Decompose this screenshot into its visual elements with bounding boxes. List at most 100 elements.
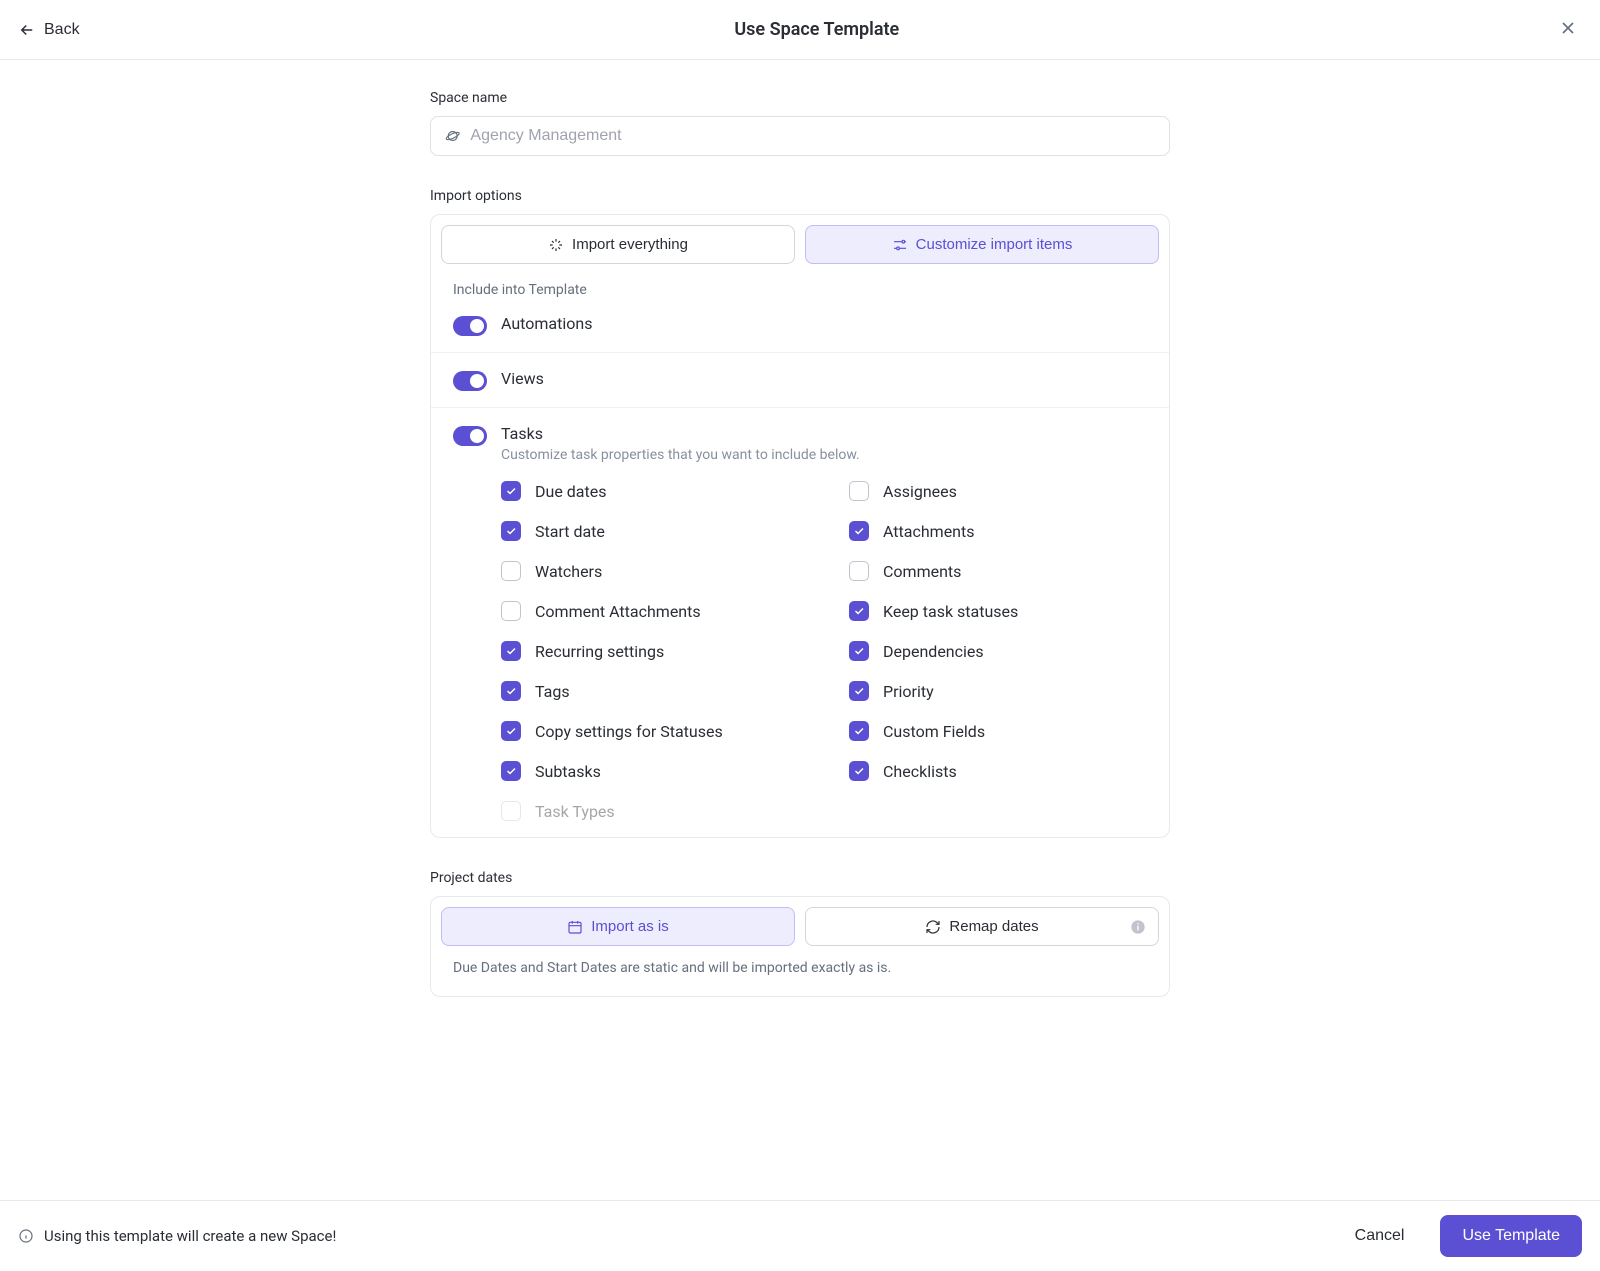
checkbox-box (849, 761, 869, 781)
checkbox-attachments[interactable]: Attachments (849, 521, 1147, 541)
checkbox-comment_attachments[interactable]: Comment Attachments (501, 601, 799, 621)
checkbox-label: Dependencies (883, 642, 984, 661)
checkbox-due_dates[interactable]: Due dates (501, 481, 799, 501)
checkbox-start_date[interactable]: Start date (501, 521, 799, 541)
footer-message-wrapper: Using this template will create a new Sp… (18, 1227, 336, 1245)
checkbox-custom_fields[interactable]: Custom Fields (849, 721, 1147, 741)
calendar-icon (567, 919, 583, 935)
import-everything-button[interactable]: Import everything (441, 225, 795, 264)
checkbox-assignees[interactable]: Assignees (849, 481, 1147, 501)
checkbox-box (501, 801, 521, 821)
automations-label: Automations (501, 314, 592, 333)
checkbox-checklists[interactable]: Checklists (849, 761, 1147, 781)
checkbox-priority[interactable]: Priority (849, 681, 1147, 701)
checkbox-box (501, 561, 521, 581)
close-button[interactable] (1554, 14, 1582, 45)
checkbox-dependencies[interactable]: Dependencies (849, 641, 1147, 661)
import-options-label: Import options (430, 188, 1170, 204)
checkbox-label: Comment Attachments (535, 602, 701, 621)
checkbox-task_types: Task Types (501, 801, 799, 821)
project-dates-label: Project dates (430, 870, 1170, 886)
checkbox-comments[interactable]: Comments (849, 561, 1147, 581)
arrow-left-icon (18, 21, 36, 39)
checkbox-copy_settings_statuses[interactable]: Copy settings for Statuses (501, 721, 799, 741)
checkbox-label: Subtasks (535, 762, 601, 781)
footer-message: Using this template will create a new Sp… (44, 1227, 336, 1245)
import-as-is-label: Import as is (591, 918, 669, 935)
planet-icon (445, 128, 460, 144)
checkbox-box (849, 521, 869, 541)
checkbox-label: Watchers (535, 562, 602, 581)
import-everything-label: Import everything (572, 236, 688, 253)
modal-title: Use Space Template (734, 19, 899, 40)
modal-header: Back Use Space Template (0, 0, 1600, 60)
automations-row: Automations (431, 308, 1169, 352)
checkbox-box (849, 681, 869, 701)
checkbox-subtasks[interactable]: Subtasks (501, 761, 799, 781)
checkbox-label: Keep task statuses (883, 602, 1018, 621)
views-toggle[interactable] (453, 371, 487, 391)
checkbox-label: Start date (535, 522, 605, 541)
info-icon (1130, 919, 1146, 935)
sliders-icon (892, 237, 908, 253)
checkbox-label: Priority (883, 682, 934, 701)
info-circle-icon (18, 1228, 34, 1244)
space-name-label: Space name (430, 90, 1170, 106)
automations-toggle[interactable] (453, 316, 487, 336)
tasks-row: Tasks Customize task properties that you… (431, 407, 1169, 837)
remap-dates-label: Remap dates (949, 918, 1038, 935)
dates-mode-segment: Import as is Remap dates (441, 907, 1159, 946)
checkbox-box (849, 481, 869, 501)
checkbox-box (501, 681, 521, 701)
checkbox-box (501, 641, 521, 661)
refresh-icon (925, 919, 941, 935)
checkbox-label: Recurring settings (535, 642, 664, 661)
modal-footer: Using this template will create a new Sp… (0, 1200, 1600, 1271)
remap-dates-button[interactable]: Remap dates (805, 907, 1159, 946)
tasks-label: Tasks (501, 424, 1147, 443)
checkbox-box (849, 561, 869, 581)
back-button[interactable]: Back (18, 21, 80, 39)
checkbox-box (849, 601, 869, 621)
cancel-button[interactable]: Cancel (1337, 1217, 1423, 1255)
use-template-button[interactable]: Use Template (1440, 1215, 1582, 1257)
checkbox-label: Comments (883, 562, 961, 581)
customize-label: Customize import items (916, 236, 1073, 253)
views-label: Views (501, 369, 544, 388)
checkbox-label: Copy settings for Statuses (535, 722, 723, 741)
dates-description: Due Dates and Start Dates are static and… (441, 946, 1159, 986)
checkbox-box (501, 481, 521, 501)
checkbox-box (501, 721, 521, 741)
checkbox-label: Assignees (883, 482, 957, 501)
checkbox-box (501, 601, 521, 621)
space-name-input[interactable] (470, 127, 1155, 145)
checkbox-recurring_settings[interactable]: Recurring settings (501, 641, 799, 661)
checkbox-box (501, 761, 521, 781)
views-row: Views (431, 352, 1169, 407)
tasks-toggle[interactable] (453, 426, 487, 446)
import-as-is-button[interactable]: Import as is (441, 907, 795, 946)
import-mode-segment: Import everything Customize import items (431, 215, 1169, 282)
checkbox-label: Due dates (535, 482, 606, 501)
checkbox-label: Attachments (883, 522, 975, 541)
checkbox-box (501, 521, 521, 541)
checkbox-tags[interactable]: Tags (501, 681, 799, 701)
include-template-label: Include into Template (431, 282, 1169, 308)
back-label: Back (44, 21, 80, 39)
checkbox-label: Tags (535, 682, 570, 701)
sparkle-icon (548, 237, 564, 253)
checkbox-box (849, 641, 869, 661)
checkbox-keep_task_statuses[interactable]: Keep task statuses (849, 601, 1147, 621)
project-dates-card: Import as is Remap dates Due Dates and S… (430, 896, 1170, 997)
checkbox-box (849, 721, 869, 741)
space-name-input-wrapper[interactable] (430, 116, 1170, 156)
task-properties-grid: Due dates Assignees Start date Attachments W… (501, 481, 1147, 821)
customize-import-button[interactable]: Customize import items (805, 225, 1159, 264)
checkbox-watchers[interactable]: Watchers (501, 561, 799, 581)
checkbox-label: Checklists (883, 762, 957, 781)
modal-body: Space name Import options Import everyth… (430, 60, 1170, 1089)
import-options-card: Import everything Customize import items… (430, 214, 1170, 838)
close-icon (1558, 18, 1578, 38)
tasks-desc: Customize task properties that you want … (501, 447, 1147, 463)
checkbox-label: Custom Fields (883, 722, 985, 741)
